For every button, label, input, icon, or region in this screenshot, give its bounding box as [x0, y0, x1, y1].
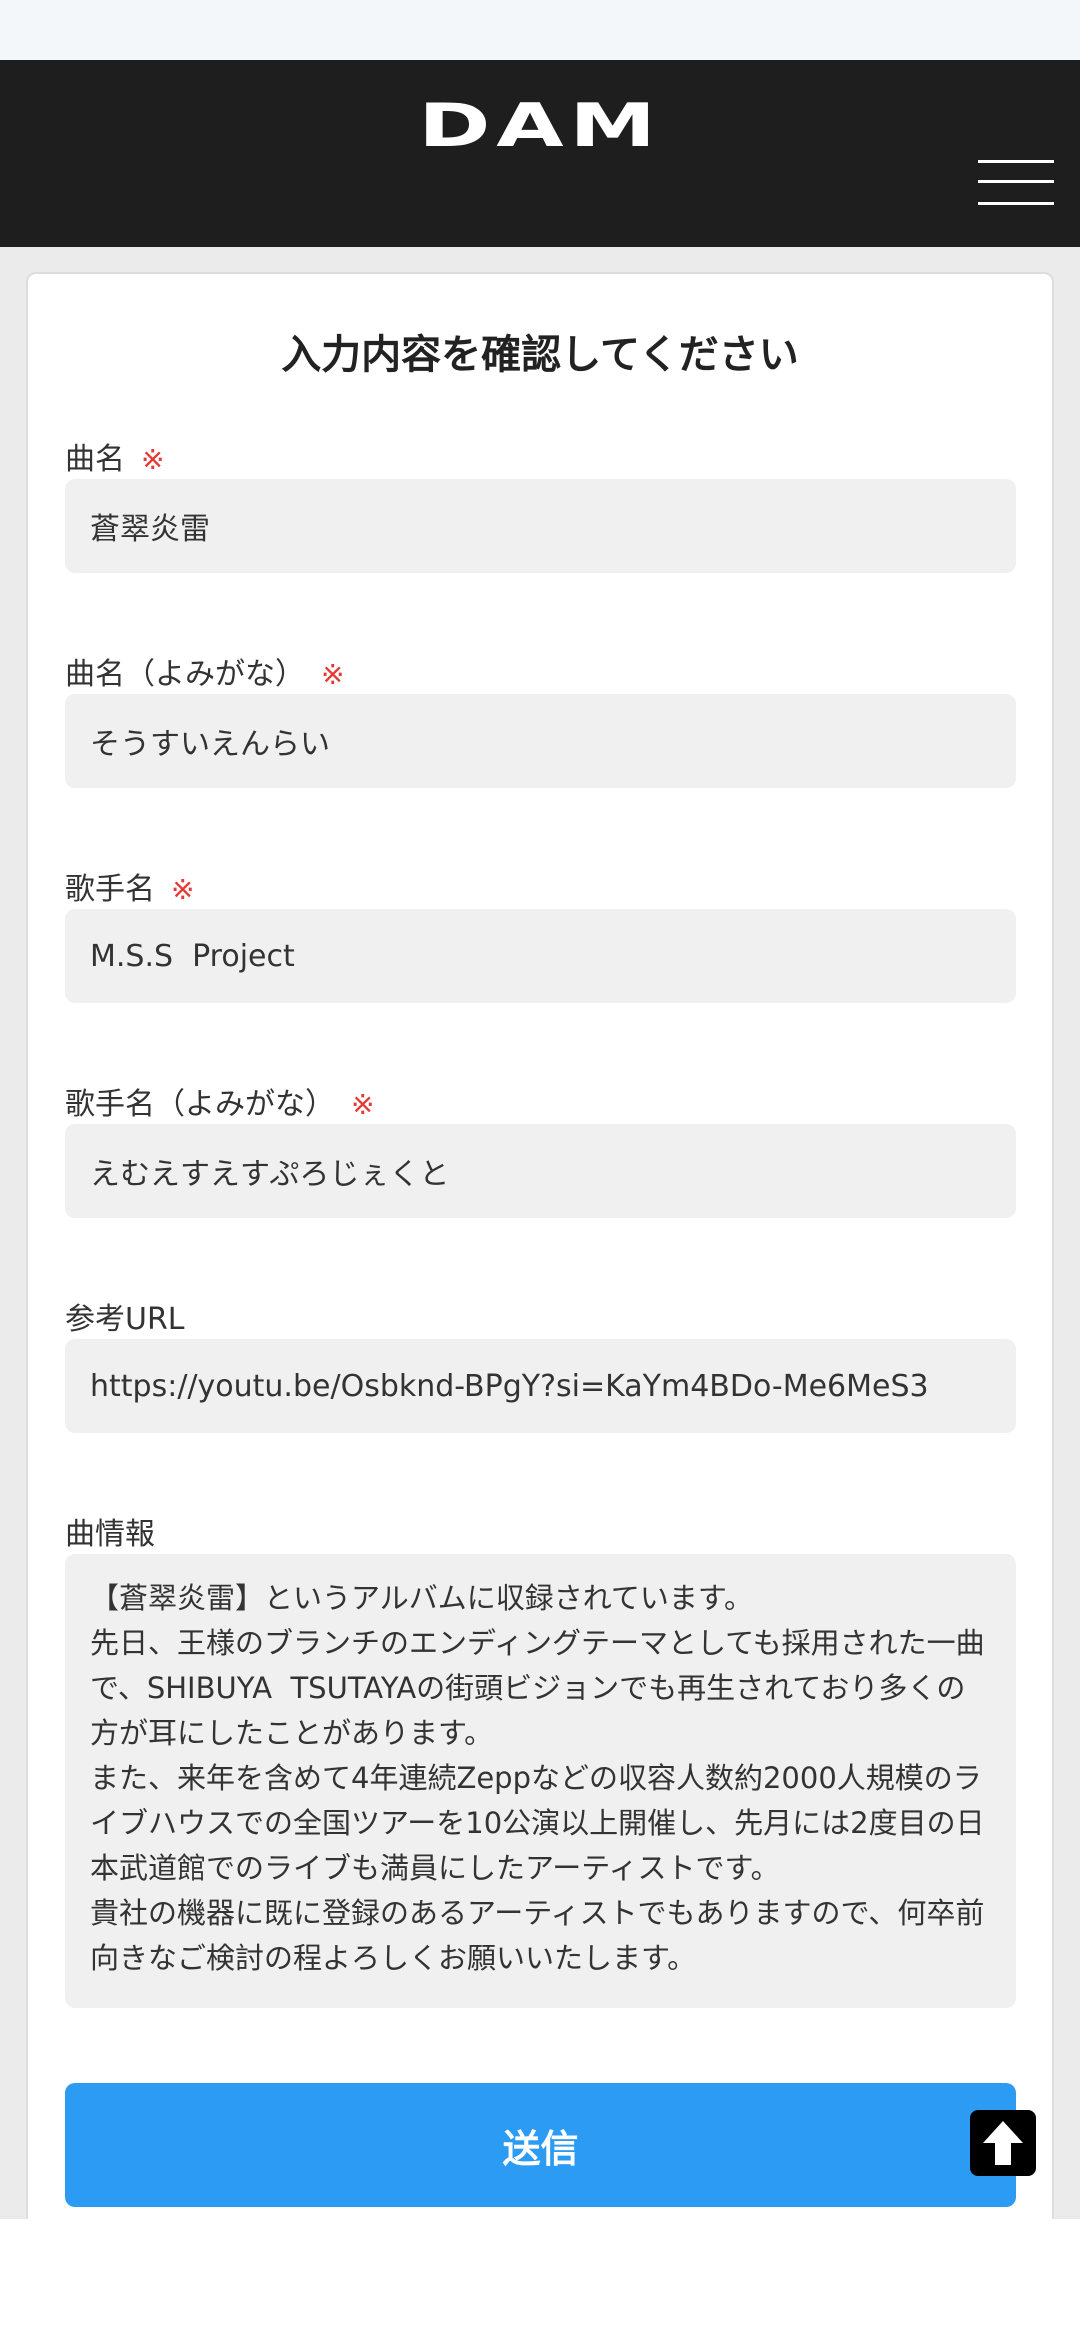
song-title-reading-value: そうすいえんらい — [65, 694, 1016, 788]
artist-reading-value: えむえすえすぷろじぇくと — [65, 1124, 1016, 1218]
site-header: DAM — [0, 60, 1080, 247]
song-info-value: 【蒼翠炎雷】というアルバムに収録されています。 先日、王様のブランチのエンディン… — [65, 1554, 1016, 2008]
dam-logo[interactable]: DAM — [0, 96, 1080, 156]
submit-button[interactable]: 送信 — [65, 2083, 1016, 2207]
required-mark: ※ — [351, 1088, 375, 1121]
status-bar — [0, 0, 1080, 60]
song-title-value: 蒼翠炎雷 — [65, 479, 1016, 573]
artist-value: M.S.S Project — [65, 909, 1016, 1003]
page-title: 入力内容を確認してください — [281, 332, 799, 378]
field-label-artist: 歌手名 ※ — [65, 872, 195, 907]
required-mark: ※ — [321, 658, 345, 691]
page-footer-area — [0, 2219, 1080, 2340]
field-label-song-info: 曲情報 — [65, 1517, 155, 1552]
field-label-artist-reading: 歌手名（よみがな） ※ — [65, 1087, 375, 1122]
field-label-reference-url: 参考URL — [65, 1302, 185, 1337]
field-label-song-title: 曲名 ※ — [65, 442, 165, 477]
required-mark: ※ — [171, 873, 195, 906]
reference-url-value: https://youtu.be/Osbknd-BPgY?si=KaYm4BDo… — [65, 1339, 1016, 1433]
arrow-up-icon[interactable] — [970, 2110, 1036, 2176]
field-label-song-title-reading: 曲名（よみがな） ※ — [65, 657, 345, 692]
hamburger-menu-icon[interactable] — [978, 160, 1054, 208]
required-mark: ※ — [141, 443, 165, 476]
